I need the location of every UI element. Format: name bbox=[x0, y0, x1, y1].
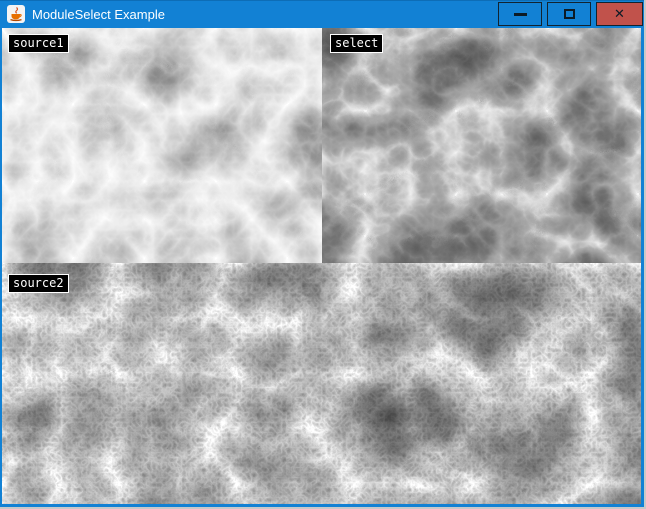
minimize-button[interactable] bbox=[498, 2, 542, 26]
maximize-button[interactable] bbox=[547, 2, 591, 26]
screen: ModuleSelect Example ✕ bbox=[0, 0, 646, 509]
select-label: select bbox=[330, 34, 383, 53]
app-window: ModuleSelect Example ✕ bbox=[0, 0, 644, 507]
titlebar[interactable]: ModuleSelect Example ✕ bbox=[0, 0, 644, 28]
source2-noise-texture bbox=[2, 263, 641, 504]
window-title: ModuleSelect Example bbox=[32, 7, 165, 22]
window-controls: ✕ bbox=[493, 2, 643, 26]
minimize-dash-icon bbox=[514, 13, 527, 16]
noise-render-canvas: source1 select source2 bbox=[2, 28, 641, 504]
source1-noise-texture bbox=[2, 28, 322, 263]
maximize-square-icon bbox=[564, 9, 575, 19]
source2-label: source2 bbox=[8, 274, 69, 293]
source1-label: source1 bbox=[8, 34, 69, 53]
close-button[interactable]: ✕ bbox=[596, 2, 643, 26]
close-x-icon: ✕ bbox=[614, 8, 625, 21]
java-coffee-cup-icon[interactable] bbox=[7, 5, 25, 23]
